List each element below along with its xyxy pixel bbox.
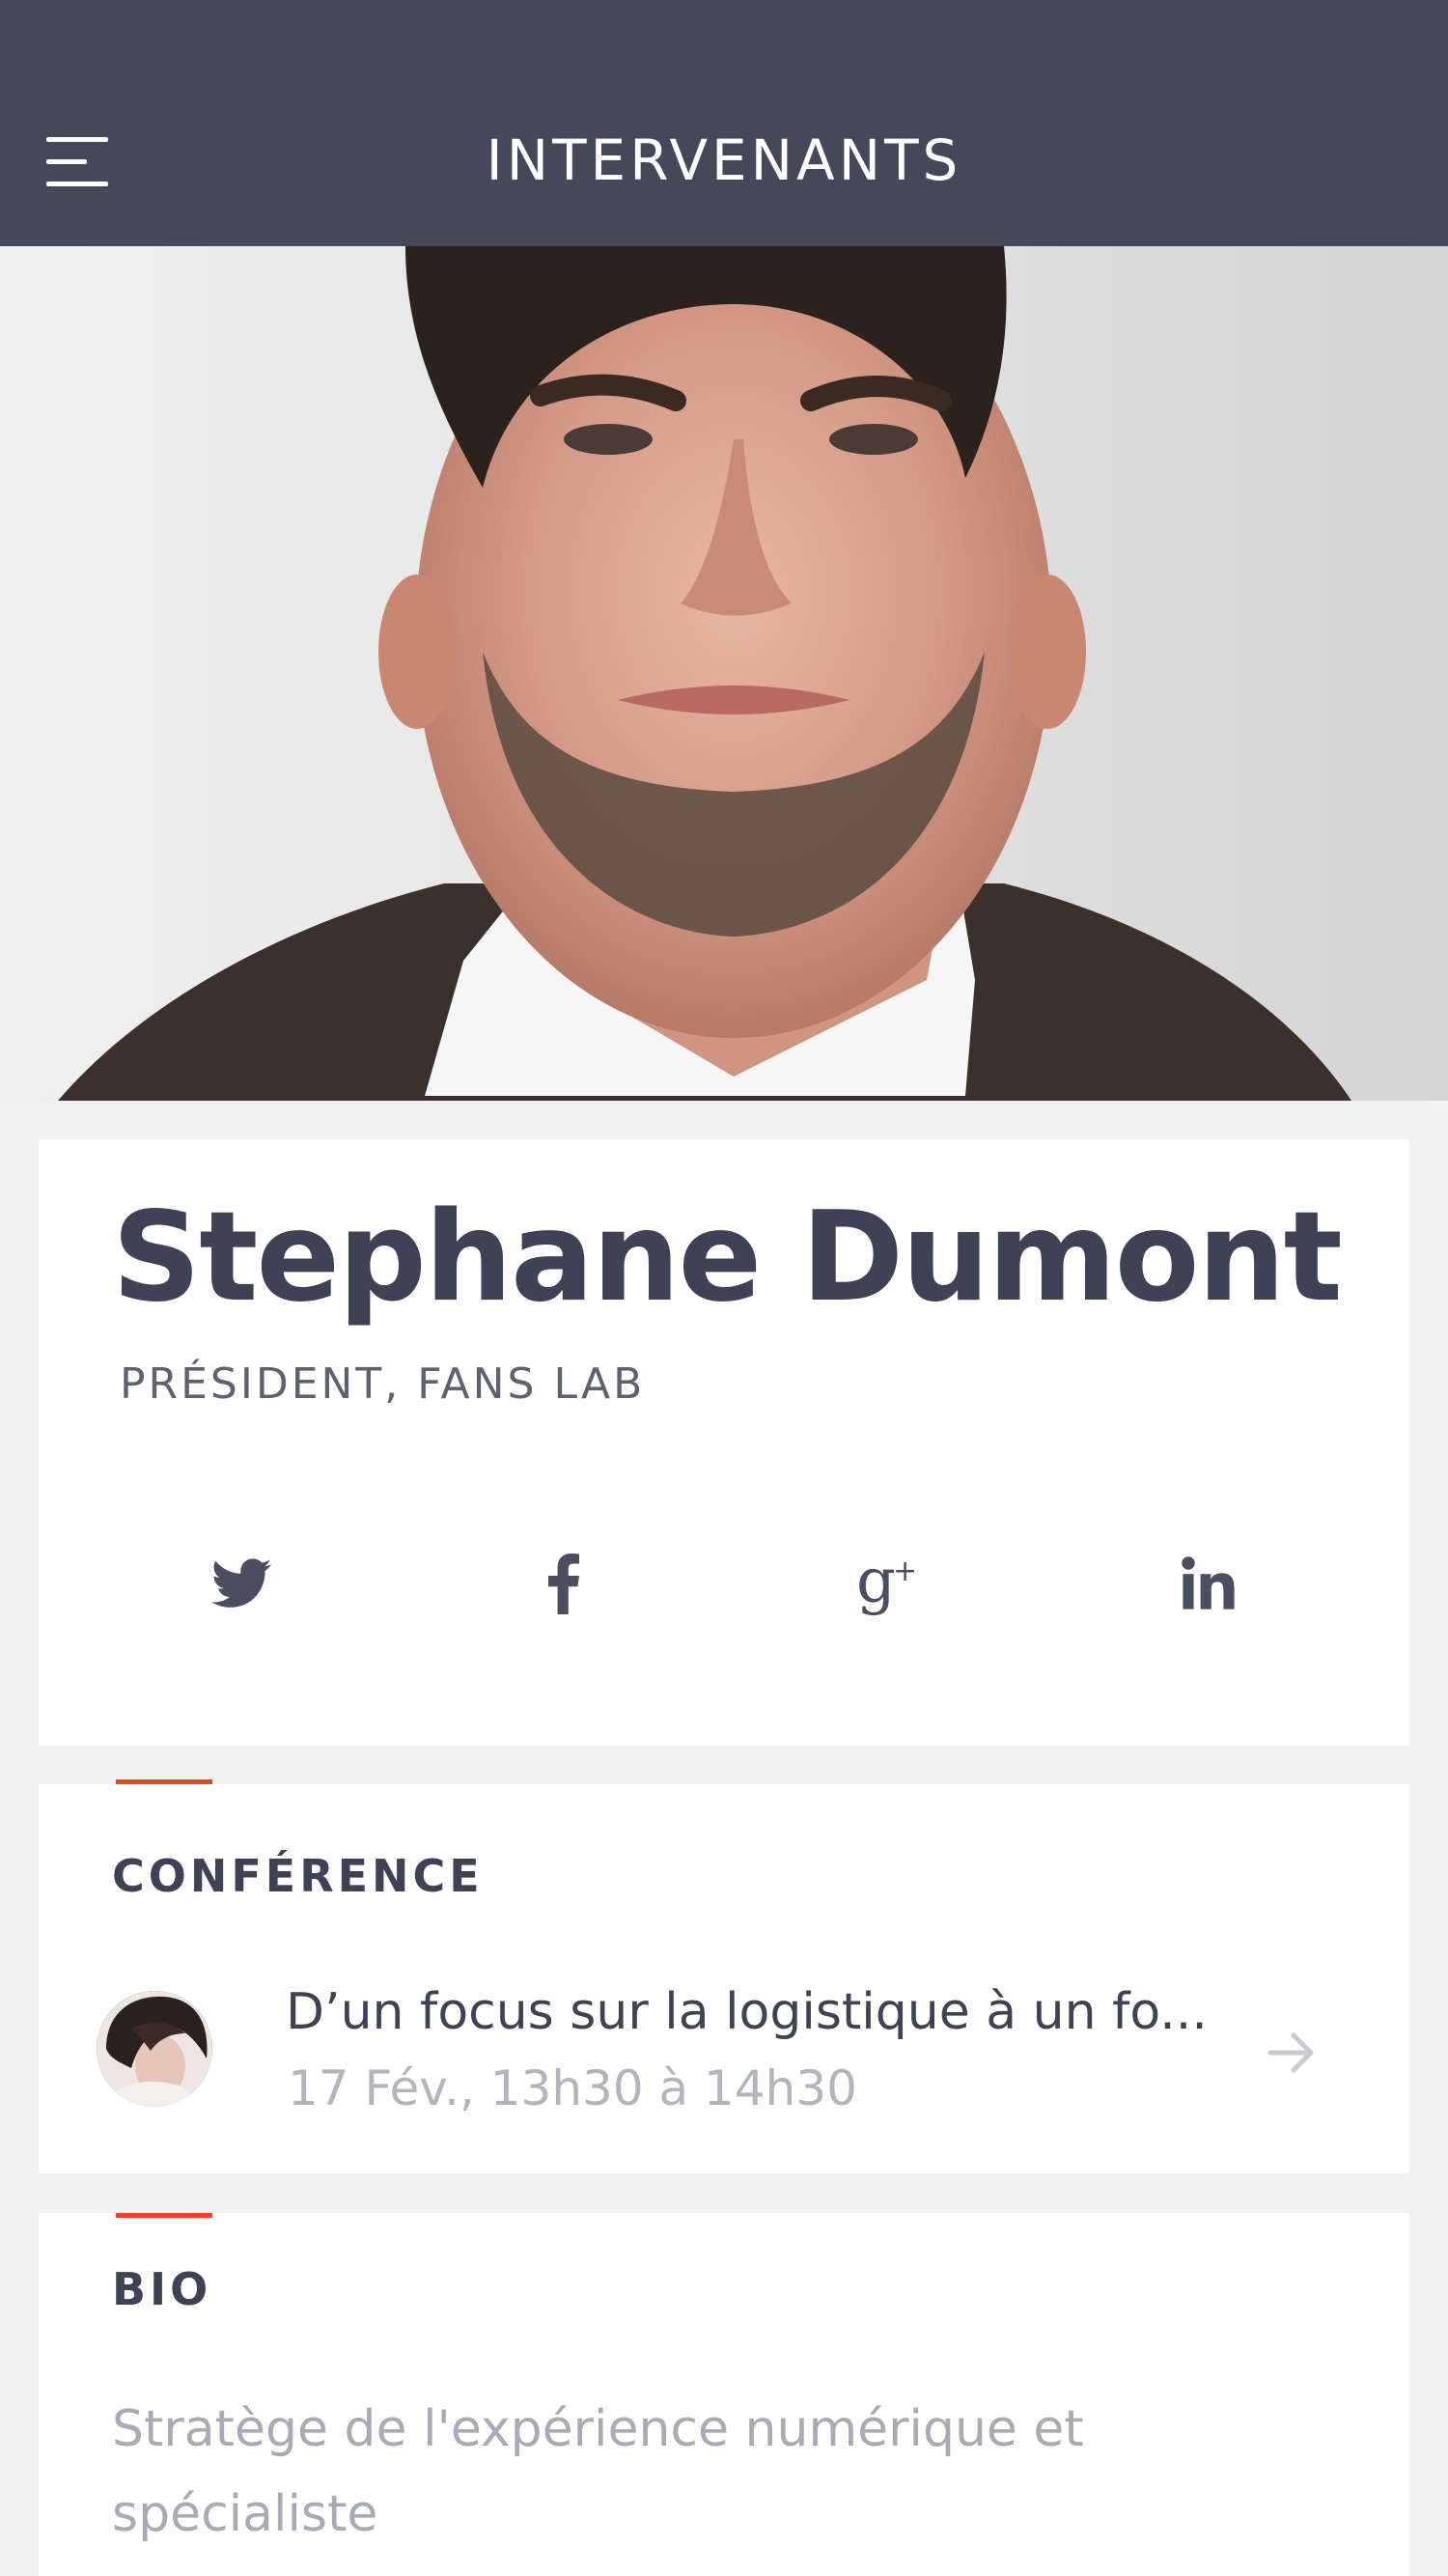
app-header: INTERVENANTS <box>0 0 1448 246</box>
bio-label: BIO <box>112 2263 212 2315</box>
section-accent-bar <box>116 2213 212 2218</box>
session-item[interactable]: D’un focus sur la logistique à un fo... … <box>39 1977 1409 2132</box>
session-avatar <box>97 1991 212 2107</box>
speaker-name: Stephane Dumont <box>112 1186 1343 1330</box>
speaker-portrait <box>0 246 1448 1101</box>
linkedin-icon[interactable] <box>1160 1526 1257 1641</box>
section-accent-bar <box>116 1779 212 1784</box>
bio-text: Stratège de l'expérience numérique et sp… <box>112 2400 1084 2543</box>
svg-text:+: + <box>893 1554 917 1588</box>
session-time: 17 Fév., 13h30 à 14h30 <box>288 2060 857 2116</box>
facebook-icon[interactable] <box>515 1526 612 1641</box>
page-title: INTERVENANTS <box>486 127 962 193</box>
speaker-detail-page: INTERVENANTS Stephane Dumont PRÉSIDENT, … <box>0 0 1448 2576</box>
speaker-role: PRÉSIDENT, FANS LAB <box>120 1359 646 1409</box>
session-title: D’un focus sur la logistique à un fo... <box>286 1983 1208 2041</box>
arrow-right-icon <box>1267 2032 1314 2073</box>
social-links: g + <box>39 1526 1409 1641</box>
speaker-card: Stephane Dumont PRÉSIDENT, FANS LAB g + <box>39 1139 1409 1746</box>
bio-card: BIO Stratège de l'expérience numérique e… <box>39 2213 1409 2576</box>
google-plus-icon[interactable]: g + <box>840 1526 936 1641</box>
conference-card: CONFÉRENCE D’un focus sur la logistique … <box>39 1779 1409 2173</box>
svg-text:g: g <box>856 1552 896 1615</box>
twitter-icon[interactable] <box>193 1526 290 1641</box>
conference-label: CONFÉRENCE <box>112 1850 484 1902</box>
